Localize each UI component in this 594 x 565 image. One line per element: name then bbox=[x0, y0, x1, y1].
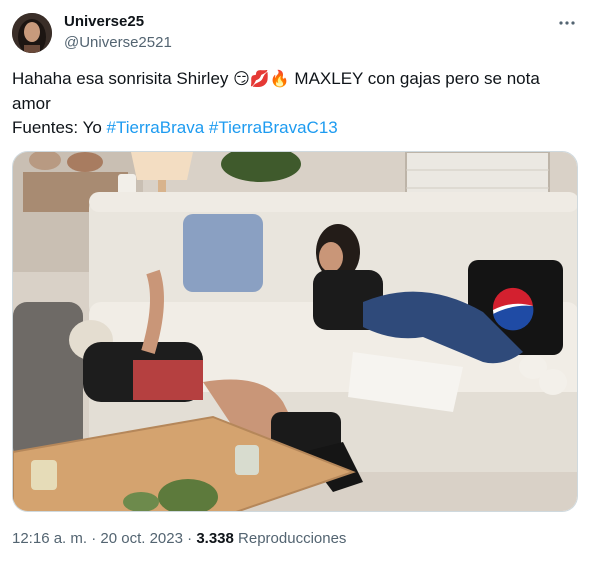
mug-left bbox=[31, 460, 57, 490]
avatar-image bbox=[12, 13, 52, 53]
tweet-meta: 12:16 a. m. · 20 oct. 2023 · 3.338 Repro… bbox=[12, 530, 346, 547]
meta-separator-2: · bbox=[187, 530, 193, 547]
fire-emoji: 🔥 bbox=[269, 71, 290, 88]
tweet-line-3: Fuentes: Yo #TierraBrava #TierraBravaC13 bbox=[12, 116, 572, 140]
smirk-emoji: 😏 bbox=[233, 71, 250, 88]
tweet-time[interactable]: 12:16 a. m. bbox=[12, 530, 87, 547]
tweet-line1-after: MAXLEY con gajas pero se nota bbox=[294, 69, 540, 88]
views-label: Reproducciones bbox=[238, 530, 347, 547]
tweet-date[interactable]: 20 oct. 2023 bbox=[100, 530, 183, 547]
hashtag-tierrabrava[interactable]: #TierraBrava bbox=[107, 118, 205, 137]
tweet-line1-text: Hahaha esa sonrisita Shirley bbox=[12, 69, 229, 88]
views-count: 3.338 bbox=[196, 530, 234, 547]
tweet-line-1: Hahaha esa sonrisita Shirley 😏💋🔥 MAXLEY … bbox=[12, 67, 572, 92]
tweet-card[interactable]: Universe25 @Universe2521 Hahaha esa sonr… bbox=[0, 0, 594, 565]
author-handle[interactable]: @Universe2521 bbox=[64, 34, 172, 51]
more-options-icon[interactable] bbox=[556, 12, 578, 34]
tweet-line-2: amor bbox=[12, 94, 51, 113]
tweet-text: Hahaha esa sonrisita Shirley 😏💋🔥 MAXLEY … bbox=[12, 67, 572, 140]
sources-label: Fuentes: Yo bbox=[12, 118, 102, 137]
meta-separator: · bbox=[91, 530, 97, 547]
author-display-name[interactable]: Universe25 bbox=[64, 13, 144, 30]
avatar[interactable] bbox=[12, 13, 52, 53]
hashtag-tierrabravac13[interactable]: #TierraBravaC13 bbox=[209, 118, 338, 137]
media-scene bbox=[13, 152, 577, 511]
tweet-media-image[interactable] bbox=[12, 151, 578, 512]
mug-right bbox=[235, 445, 259, 475]
kiss-mark-emoji: 💋 bbox=[249, 71, 270, 88]
